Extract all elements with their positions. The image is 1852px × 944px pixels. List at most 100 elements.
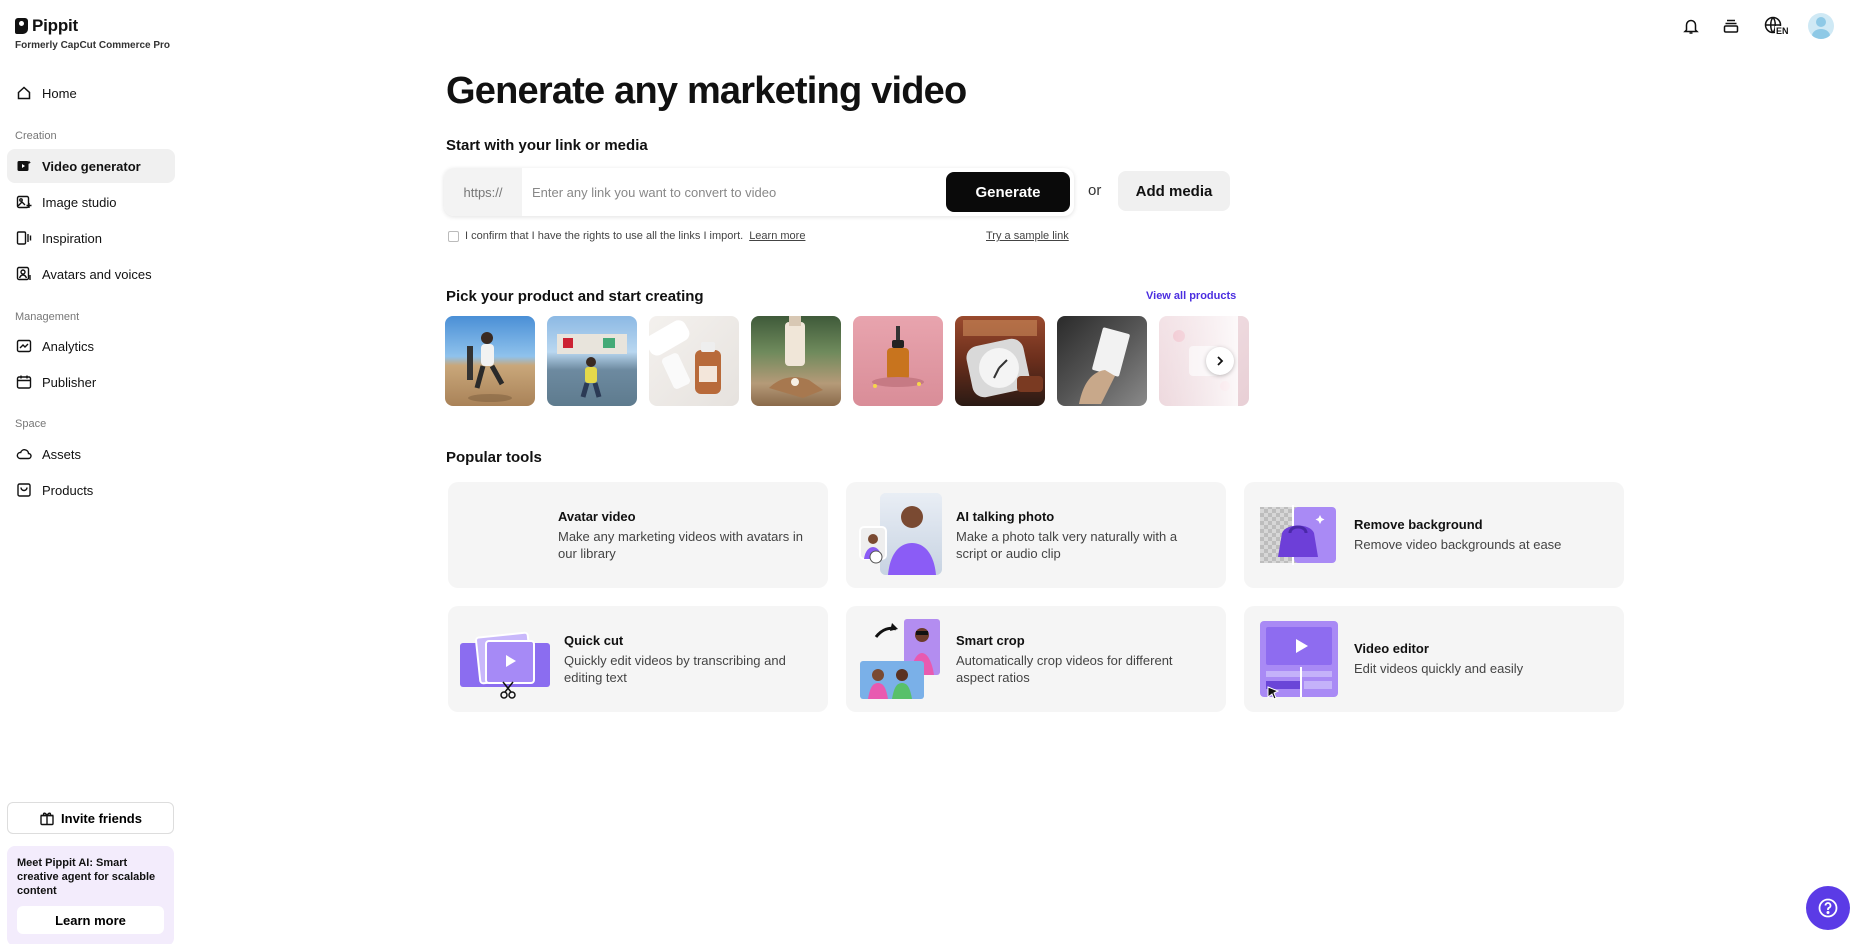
sidebar-item-assets[interactable]: Assets (7, 437, 175, 471)
product-bag-icon (16, 482, 32, 498)
popular-tools-label: Popular tools (446, 449, 542, 466)
promo-card: Meet Pippit AI: Smart creative agent for… (7, 846, 174, 944)
avatar-voice-icon (16, 266, 32, 282)
quick-cut-thumbnail (460, 617, 550, 701)
generate-button[interactable]: Generate (946, 172, 1070, 212)
remove-background-thumbnail (1256, 493, 1340, 577)
view-all-products-link[interactable]: View all products (1146, 290, 1236, 302)
language-globe-icon[interactable]: EN (1759, 14, 1790, 38)
ai-talking-photo-thumbnail (858, 493, 942, 577)
section-label-space: Space (15, 418, 47, 430)
sidebar-item-label: Video generator (42, 158, 141, 174)
avatar-video-thumbnail (460, 493, 544, 577)
user-avatar[interactable] (1808, 13, 1834, 39)
help-button[interactable] (1806, 886, 1850, 930)
tool-desc: Make any marketing videos with avatars i… (558, 528, 803, 561)
try-sample-link[interactable]: Try a sample link (986, 230, 1069, 242)
brand-subtitle: Formerly CapCut Commerce Pro (15, 40, 171, 51)
product-thumbnail[interactable] (445, 316, 535, 406)
sidebar-item-label: Inspiration (42, 230, 102, 246)
tool-desc: Quickly edit videos by transcribing and … (564, 652, 786, 685)
tool-title: Video editor (1354, 641, 1429, 656)
chevron-right-icon (1217, 356, 1224, 366)
sidebar-item-publisher[interactable]: Publisher (7, 365, 175, 399)
learn-more-button[interactable]: Learn more (17, 906, 164, 934)
tool-card-smart-crop[interactable]: Smart crop Automatically crop videos for… (846, 606, 1226, 712)
inspiration-icon (16, 230, 32, 246)
product-thumbnail[interactable] (751, 316, 841, 406)
tool-card-remove-background[interactable]: Remove background Remove video backgroun… (1244, 482, 1624, 588)
tool-title: AI talking photo (956, 508, 1055, 524)
tool-desc: Automatically crop videos for different … (956, 652, 1173, 685)
tool-title: Remove background (1354, 517, 1483, 532)
image-studio-icon (16, 194, 32, 210)
sidebar-item-inspiration[interactable]: Inspiration (7, 221, 175, 255)
product-thumbnail[interactable] (1057, 316, 1147, 406)
link-prefix: https:// (444, 168, 522, 216)
sidebar-item-label: Products (42, 482, 94, 498)
notification-bell-icon[interactable] (1679, 14, 1703, 38)
tool-desc: Remove video backgrounds at ease (1354, 537, 1562, 552)
rights-confirm-text: I confirm that I have the rights to use … (465, 230, 744, 242)
tool-card-ai-talking-photo[interactable]: AI talking photo Make a photo talk very … (846, 482, 1226, 588)
tool-card-quick-cut[interactable]: Quick cut Quickly edit videos by transcr… (448, 606, 828, 712)
tool-title: Smart crop (956, 632, 1025, 648)
section-label-creation: Creation (15, 130, 57, 142)
language-code: EN (1775, 26, 1790, 36)
product-thumbnail[interactable] (547, 316, 637, 406)
tool-title: Quick cut (564, 632, 624, 648)
sidebar-item-label: Analytics (42, 338, 95, 354)
sidebar-item-label: Home (42, 85, 77, 101)
sidebar-item-label: Publisher (42, 374, 97, 390)
sidebar-item-avatars-voices[interactable]: Avatars and voices (7, 257, 175, 291)
popular-tools-grid: Avatar video Make any marketing videos w… (448, 482, 1624, 712)
rights-confirm-row: I confirm that I have the rights to use … (448, 230, 805, 242)
home-icon (16, 85, 32, 101)
calendar-icon (16, 374, 32, 390)
gift-icon (39, 810, 55, 826)
invite-friends-label: Invite friends (61, 810, 142, 826)
link-section-label: Start with your link or media (446, 137, 648, 154)
promo-text: Meet Pippit AI: Smart creative agent for… (17, 857, 156, 897)
section-label-management: Management (15, 311, 80, 323)
product-carousel (445, 316, 1249, 406)
tool-title: Avatar video (558, 508, 636, 524)
tool-desc: Make a photo talk very naturally with a … (956, 528, 1178, 561)
tool-card-video-editor[interactable]: Video editor Edit videos quickly and eas… (1244, 606, 1624, 712)
sidebar-item-analytics[interactable]: Analytics (7, 329, 175, 363)
smart-crop-thumbnail (858, 617, 942, 701)
product-thumbnail[interactable] (853, 316, 943, 406)
pippit-logo-icon (15, 18, 28, 34)
link-input-box: https:// Generate (444, 168, 1074, 216)
help-question-icon (1818, 898, 1838, 918)
link-input[interactable] (522, 168, 946, 216)
sidebar-item-label: Avatars and voices (42, 266, 152, 282)
sidebar-item-image-studio[interactable]: Image studio (7, 185, 175, 219)
cloud-icon (16, 446, 32, 462)
sidebar-item-home[interactable]: Home (7, 76, 175, 110)
sidebar-item-video-generator[interactable]: Video generator (7, 149, 175, 183)
stack-icon[interactable] (1719, 14, 1743, 38)
top-bar: EN (1652, 0, 1852, 50)
video-editor-thumbnail (1256, 617, 1340, 701)
carousel-next-button[interactable] (1206, 347, 1234, 375)
video-generator-icon (16, 158, 32, 174)
product-thumbnail[interactable] (649, 316, 739, 406)
brand-name: Pippit (32, 16, 79, 35)
tool-card-avatar-video[interactable]: Avatar video Make any marketing videos w… (448, 482, 828, 588)
add-media-button[interactable]: Add media (1118, 171, 1230, 211)
sidebar-item-label: Image studio (42, 194, 117, 210)
page-title: Generate any marketing video (446, 70, 967, 112)
rights-checkbox[interactable] (448, 230, 459, 242)
rights-learn-more-link[interactable]: Learn more (749, 230, 805, 242)
products-section-label: Pick your product and start creating (446, 288, 704, 305)
sidebar-item-products[interactable]: Products (7, 473, 175, 507)
tool-desc: Edit videos quickly and easily (1354, 661, 1524, 676)
invite-friends-button[interactable]: Invite friends (7, 802, 174, 834)
brand-logo[interactable]: Pippit (15, 16, 78, 36)
or-separator: or (1088, 182, 1102, 199)
product-thumbnail[interactable] (955, 316, 1045, 406)
sidebar: Pippit Formerly CapCut Commerce Pro Home… (0, 0, 184, 944)
sidebar-item-label: Assets (42, 446, 82, 462)
analytics-icon (16, 338, 32, 354)
